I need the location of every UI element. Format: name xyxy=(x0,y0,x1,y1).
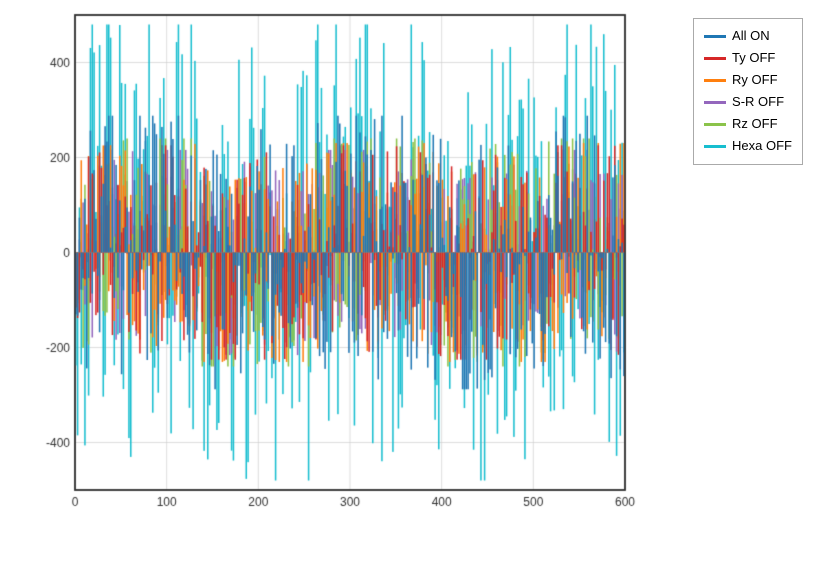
legend-label: Ry OFF xyxy=(732,69,778,91)
legend-item: All ON xyxy=(704,25,792,47)
legend-label: Ty OFF xyxy=(732,47,775,69)
legend-label: Hexa OFF xyxy=(732,135,792,157)
legend-label: Rz OFF xyxy=(732,113,778,135)
legend-label: All ON xyxy=(732,25,770,47)
legend-item: Ry OFF xyxy=(704,69,792,91)
legend-item: Hexa OFF xyxy=(704,135,792,157)
chart-legend: All ON Ty OFF Ry OFF S-R OFF Rz OFF Hexa… xyxy=(693,18,803,165)
legend-label: S-R OFF xyxy=(732,91,784,113)
legend-item: Ty OFF xyxy=(704,47,792,69)
chart-container: All ON Ty OFF Ry OFF S-R OFF Rz OFF Hexa… xyxy=(0,0,821,584)
legend-item: Rz OFF xyxy=(704,113,792,135)
legend-item: S-R OFF xyxy=(704,91,792,113)
